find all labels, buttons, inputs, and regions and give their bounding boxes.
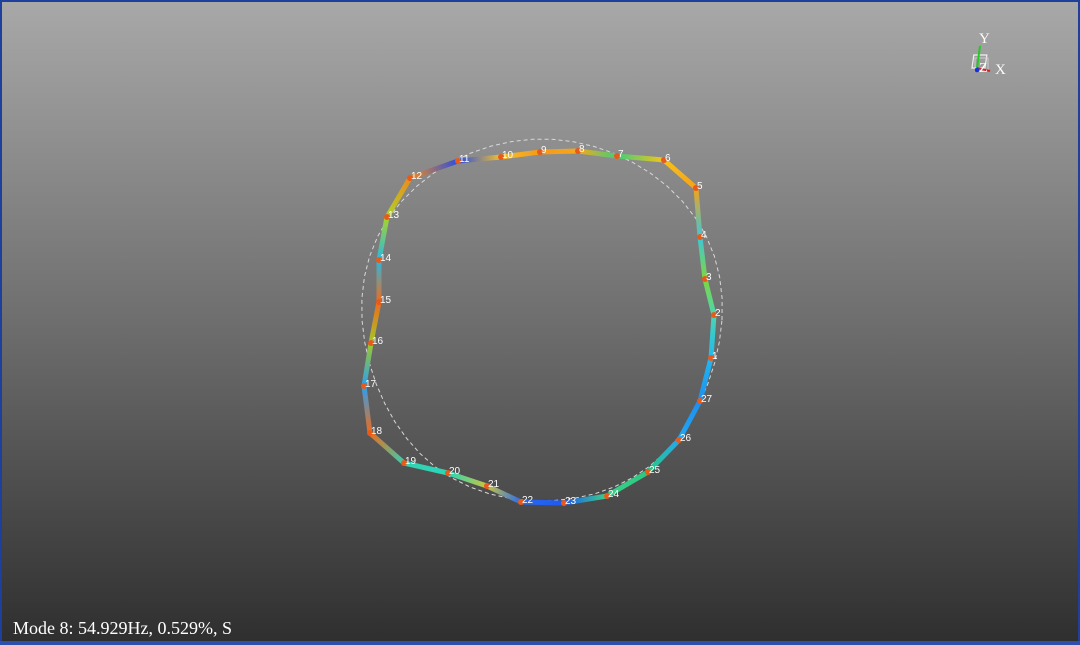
node-label: 12 xyxy=(411,171,423,182)
node-label: 2 xyxy=(715,308,721,319)
y-axis-label: Y xyxy=(979,31,990,47)
shape-segment xyxy=(361,383,373,436)
node-label: 17 xyxy=(365,379,377,390)
node-label: 19 xyxy=(405,456,417,467)
node-label: 8 xyxy=(579,144,585,155)
mode-info-text: Mode 8: 54.929Hz, 0.529%, S xyxy=(13,618,232,638)
node-label: 24 xyxy=(608,489,620,500)
undeformed-shape-outline xyxy=(361,138,723,502)
node-label: 20 xyxy=(449,466,461,477)
shape-segment xyxy=(614,153,667,163)
node-markers xyxy=(361,148,717,506)
shape-segment xyxy=(702,276,717,318)
node-label: 15 xyxy=(380,295,392,306)
node-label: 13 xyxy=(388,210,400,221)
node-label: 16 xyxy=(372,336,384,347)
shape-segment xyxy=(697,234,708,282)
node-label: 14 xyxy=(380,253,392,264)
window-bottom-border xyxy=(0,641,1080,645)
node-label: 11 xyxy=(459,154,470,165)
mode-shape-plot: 12345678910111213141516171819202122 23242… xyxy=(361,31,1006,507)
node-label: 22 xyxy=(522,495,534,506)
x-axis-label: X xyxy=(995,62,1006,78)
node-label: 3 xyxy=(706,272,712,283)
axis-triad[interactable]: Y X Z xyxy=(971,31,1006,78)
node-label: 6 xyxy=(665,153,671,164)
shape-segment xyxy=(661,157,699,191)
node-label: 25 xyxy=(649,465,661,476)
node-label: 7 xyxy=(618,149,624,160)
node-label: 23 xyxy=(565,496,577,507)
shape-segment xyxy=(367,430,407,466)
node-label: 5 xyxy=(697,181,703,192)
node-label: 1 xyxy=(712,351,718,362)
z-axis-label: Z xyxy=(979,61,988,76)
shape-segment xyxy=(693,185,703,240)
node-label: 10 xyxy=(502,150,514,161)
node-label: 21 xyxy=(488,479,500,490)
node-label: 4 xyxy=(701,230,707,241)
node-label: 9 xyxy=(541,145,547,156)
node-label: 26 xyxy=(680,433,692,444)
node-label: 18 xyxy=(371,426,383,437)
node-label: 27 xyxy=(701,394,713,405)
3d-viewport[interactable]: 1 2 3 4 5 6 7 8 9 10 11 12 13 14 15 16 17 18 19 20 21 22 23 24 2… xyxy=(2,2,1078,641)
